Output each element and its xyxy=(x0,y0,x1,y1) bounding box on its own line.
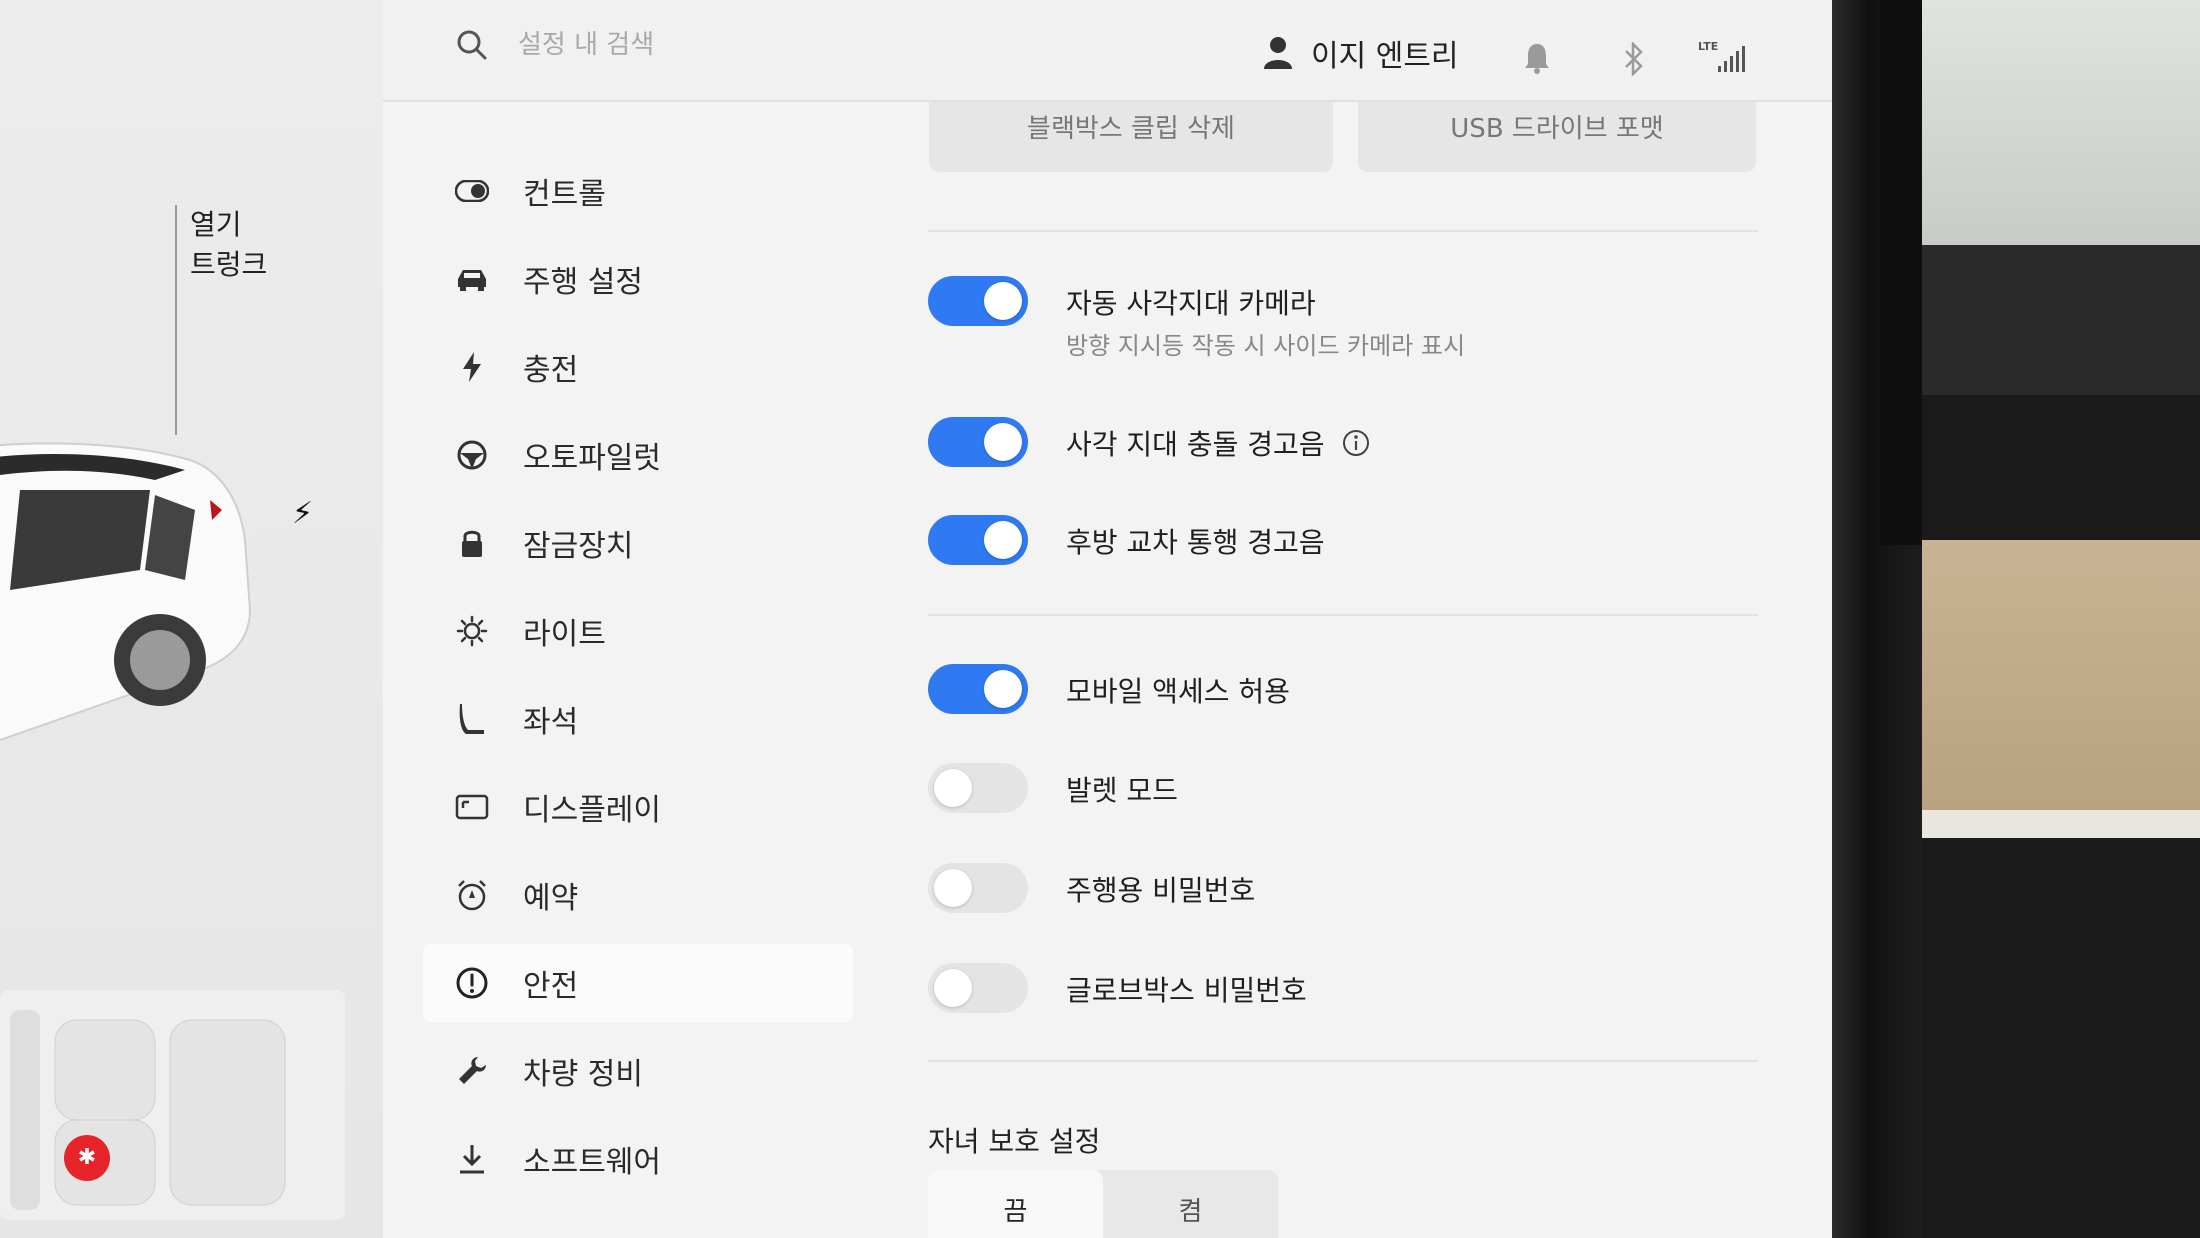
sidebar-item-locks[interactable]: 잠금장치 xyxy=(423,504,853,582)
seat-occupancy-card xyxy=(0,990,345,1220)
sidebar-item-label: 소프트웨어 xyxy=(523,1145,661,1180)
top-bar: 이지 엔트리 LTE xyxy=(383,0,1832,102)
sidebar-item-pedals-steering[interactable]: 주행 설정 xyxy=(423,240,853,318)
sidebar-item-display[interactable]: 디스플레이 xyxy=(423,768,853,846)
glovebox-pin-toggle[interactable] xyxy=(928,963,1028,1013)
sidebar-item-label: 컨트롤 xyxy=(523,177,606,212)
bolt-icon xyxy=(453,348,491,386)
info-icon[interactable] xyxy=(1341,428,1371,458)
seat-icon xyxy=(453,700,491,738)
setting-label: 주행용 비밀번호 xyxy=(1066,874,1256,907)
child-lock-segmented-control: 끔 켬 xyxy=(928,1170,1278,1238)
setting-label: 모바일 액세스 허용 xyxy=(1066,675,1290,708)
sidebar-item-schedule[interactable]: 예약 xyxy=(423,856,853,934)
sidebar-item-seats[interactable]: 좌석 xyxy=(423,680,853,758)
setting-description: 방향 지시등 작동 시 사이드 카메라 표시 xyxy=(1066,332,1466,360)
sidebar-item-safety[interactable]: 안전 xyxy=(423,944,853,1022)
lock-icon xyxy=(453,524,491,562)
window-view xyxy=(1922,0,2200,245)
sidebar-item-label: 오토파일럿 xyxy=(523,441,661,476)
seat-map-image xyxy=(10,1010,286,1210)
sidebar-item-charging[interactable]: 충전 xyxy=(423,328,853,406)
trunk-callout-line xyxy=(175,205,177,435)
child-lock-on-option[interactable]: 켬 xyxy=(1103,1170,1278,1238)
toggle-knob xyxy=(934,969,972,1007)
bell-icon[interactable] xyxy=(1523,42,1551,74)
sidebar-item-lights[interactable]: 라이트 xyxy=(423,592,853,670)
trunk-label: 트렁크 xyxy=(190,248,268,281)
setting-label: 발렛 모드 xyxy=(1066,774,1178,807)
sidebar-item-label: 주행 설정 xyxy=(523,265,643,300)
child-lock-off-option[interactable]: 끔 xyxy=(928,1170,1103,1238)
pin-to-drive-toggle[interactable] xyxy=(928,863,1028,913)
dashboard-trim xyxy=(1922,245,2200,395)
car-visualization-panel: 열기 트렁크 ⚡ ✱ xyxy=(0,0,383,1238)
sidebar-item-label: 충전 xyxy=(523,353,579,388)
mobile-access-toggle[interactable] xyxy=(928,664,1028,714)
rear-cross-traffic-toggle[interactable] xyxy=(928,515,1028,565)
safety-settings-panel: 블랙박스 클립 삭제 USB 드라이브 포맷 자동 사각지대 카메라 방향 지시… xyxy=(883,102,1832,1238)
tesla-screen: 열기 트렁크 ⚡ ✱ 설정 내 검색 이지 엔트리 LTE 컨트롤 주행 설정 … xyxy=(0,0,1832,1238)
toggle-knob xyxy=(984,670,1022,708)
sidebar-item-label: 잠금장치 xyxy=(523,529,634,564)
bluetooth-icon[interactable] xyxy=(1623,42,1645,76)
sidebar-item-label: 좌석 xyxy=(523,705,579,740)
toggle-icon xyxy=(453,172,491,210)
sidebar-item-service[interactable]: 차량 정비 xyxy=(423,1032,853,1110)
steering-wheel-icon xyxy=(453,436,491,474)
sidebar-item-software[interactable]: 소프트웨어 xyxy=(423,1120,853,1198)
seatbelt-warning-icon: ✱ xyxy=(64,1135,110,1181)
display-icon xyxy=(453,788,491,826)
sidebar-item-label: 라이트 xyxy=(523,617,606,652)
toggle-knob xyxy=(934,769,972,807)
wood-trim xyxy=(1922,540,2200,810)
child-lock-title: 자녀 보호 설정 xyxy=(928,1125,1101,1158)
trim-strip xyxy=(1922,810,2200,838)
format-usb-drive-button[interactable]: USB 드라이브 포맷 xyxy=(1358,102,1756,172)
car-icon xyxy=(453,260,491,298)
toggle-knob xyxy=(984,282,1022,320)
sidebar-item-autopilot[interactable]: 오토파일럿 xyxy=(423,416,853,494)
cabin-background xyxy=(1922,0,2200,1238)
setting-label: 후방 교차 통행 경고음 xyxy=(1066,526,1325,559)
driver-profile-button[interactable]: 이지 엔트리 xyxy=(1263,30,1459,76)
cell-signal-icon xyxy=(1718,46,1745,72)
setting-label: 자동 사각지대 카메라 xyxy=(1066,287,1316,320)
sidebar-item-label: 차량 정비 xyxy=(523,1057,643,1092)
sidebar-item-label: 디스플레이 xyxy=(523,793,661,828)
toggle-knob xyxy=(984,423,1022,461)
section-divider xyxy=(928,230,1758,232)
settings-sidebar: 컨트롤 주행 설정 충전 오토파일럿 잠금장치 라이트 좌석 디스플레이 예약 … xyxy=(383,102,883,1238)
setting-label: 사각 지대 충돌 경고음 xyxy=(1066,428,1325,461)
wrench-icon xyxy=(453,1052,491,1090)
trunk-action-label: 열기 xyxy=(190,208,242,241)
sidebar-item-controls[interactable]: 컨트롤 xyxy=(423,152,853,230)
sidebar-item-label: 예약 xyxy=(523,881,579,916)
sun-icon xyxy=(453,612,491,650)
charge-port-bolt-icon[interactable]: ⚡ xyxy=(292,496,313,531)
alarm-icon xyxy=(453,876,491,914)
car-image xyxy=(0,442,252,741)
toggle-knob xyxy=(984,521,1022,559)
download-icon xyxy=(453,1140,491,1178)
blind-spot-camera-toggle[interactable] xyxy=(928,276,1028,326)
sidebar-item-label: 안전 xyxy=(523,969,579,1004)
driver-profile-name: 이지 엔트리 xyxy=(1311,39,1459,74)
section-divider xyxy=(928,614,1758,616)
settings-search-input[interactable] xyxy=(518,24,918,66)
user-icon xyxy=(1264,37,1292,69)
delete-dashcam-clips-button[interactable]: 블랙박스 클립 삭제 xyxy=(929,102,1333,172)
toggle-knob xyxy=(934,869,972,907)
setting-label: 글로브박스 비밀번호 xyxy=(1066,974,1307,1007)
section-divider xyxy=(928,1060,1758,1062)
alert-circle-icon xyxy=(453,964,491,1002)
valet-mode-toggle[interactable] xyxy=(928,763,1028,813)
blind-spot-chime-toggle[interactable] xyxy=(928,417,1028,467)
setting-label-row: 사각 지대 충돌 경고음 xyxy=(1066,423,1371,463)
search-icon xyxy=(457,30,487,60)
open-trunk-button[interactable]: 열기 트렁크 xyxy=(190,205,267,285)
